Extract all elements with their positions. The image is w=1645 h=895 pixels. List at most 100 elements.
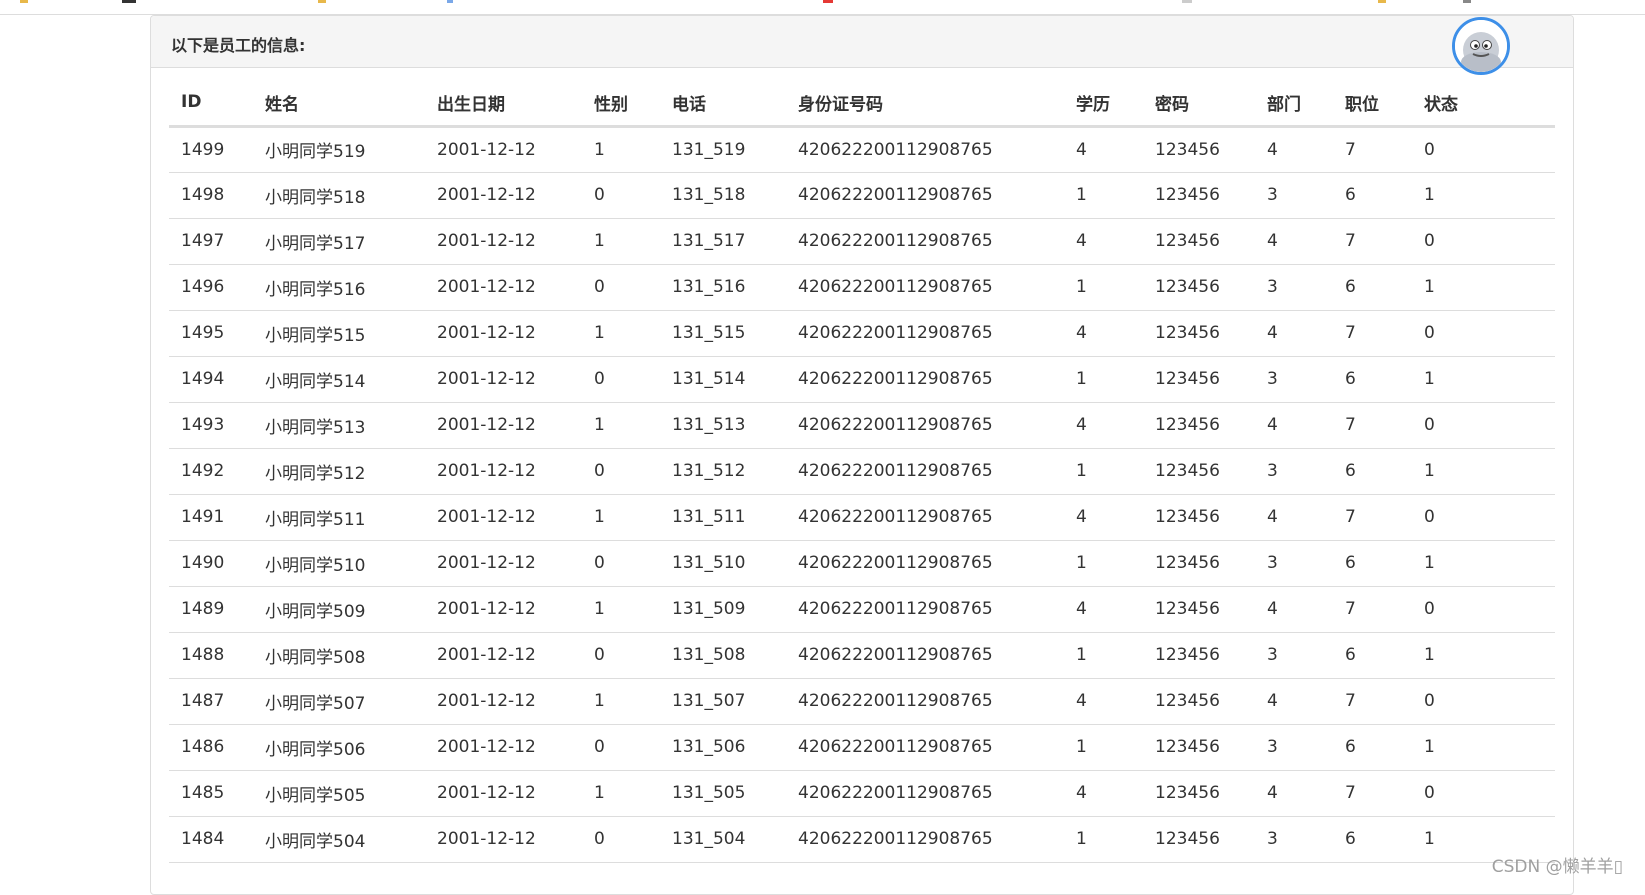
cell-status: 1 (1412, 264, 1555, 311)
cell-password: 123456 (1143, 586, 1255, 633)
table-row: 1497 小明同学517 2001-12-12 1 131_517 42062220011… (169, 218, 1555, 265)
cell-phone: 131_519 (660, 126, 786, 173)
table-row: 1487 小明同学507 2001-12-12 1 131_507 42062220011… (169, 678, 1555, 725)
cell-gender: 1 (582, 586, 660, 633)
cell-gender: 0 (582, 816, 660, 863)
cell-birth-date: 2001-12-12 (425, 494, 582, 541)
cell-password: 123456 (1143, 632, 1255, 679)
cell-position: 6 (1333, 172, 1412, 219)
panel-heading: 以下是员工的信息: (151, 16, 1573, 68)
cell-department: 3 (1255, 448, 1333, 495)
bookmark-icon[interactable] (1378, 0, 1386, 3)
cell-id-card-number: 420622200112908765 (786, 816, 1064, 863)
cell-name: 小明同学511 (253, 494, 425, 541)
cell-status: 1 (1412, 724, 1555, 771)
table-row: 1484 小明同学504 2001-12-12 0 131_504 42062220011… (169, 816, 1555, 863)
cell-name: 小明同学512 (253, 448, 425, 495)
cell-status: 0 (1412, 770, 1555, 817)
cell-department: 4 (1255, 770, 1333, 817)
cell-name: 小明同学506 (253, 724, 425, 771)
cell-birth-date: 2001-12-12 (425, 540, 582, 587)
cell-password: 123456 (1143, 172, 1255, 219)
cell-id-card-number: 420622200112908765 (786, 126, 1064, 173)
cell-education: 1 (1064, 540, 1143, 587)
cell-status: 1 (1412, 540, 1555, 587)
cell-status: 1 (1412, 172, 1555, 219)
bookmark-icon[interactable] (318, 0, 326, 3)
cell-status: 0 (1412, 310, 1555, 357)
cell-education: 1 (1064, 172, 1143, 219)
cell-department: 3 (1255, 172, 1333, 219)
cell-status: 0 (1412, 494, 1555, 541)
cell-gender: 0 (582, 172, 660, 219)
bookmark-icon[interactable] (20, 0, 28, 3)
cell-phone: 131_510 (660, 540, 786, 587)
bookmark-icon[interactable] (447, 0, 453, 3)
bookmark-icon[interactable] (1463, 0, 1471, 3)
table-row: 1496 小明同学516 2001-12-12 0 131_516 42062220011… (169, 264, 1555, 311)
cell-id-card-number: 420622200112908765 (786, 402, 1064, 449)
cell-education: 4 (1064, 402, 1143, 449)
cell-password: 123456 (1143, 126, 1255, 173)
cell-education: 4 (1064, 494, 1143, 541)
cell-status: 0 (1412, 126, 1555, 173)
cell-birth-date: 2001-12-12 (425, 678, 582, 725)
cell-position: 7 (1333, 494, 1412, 541)
cell-gender: 0 (582, 724, 660, 771)
cell-gender: 0 (582, 632, 660, 679)
cell-id-card-number: 420622200112908765 (786, 540, 1064, 587)
cell-phone: 131_512 (660, 448, 786, 495)
browser-bookmark-bar (0, 0, 1645, 15)
cell-id-card-number: 420622200112908765 (786, 770, 1064, 817)
cell-id: 1487 (169, 678, 253, 725)
cell-id-card-number: 420622200112908765 (786, 494, 1064, 541)
table-row: 1491 小明同学511 2001-12-12 1 131_511 42062220011… (169, 494, 1555, 541)
cell-status: 0 (1412, 586, 1555, 633)
cell-id: 1489 (169, 586, 253, 633)
cell-password: 123456 (1143, 356, 1255, 403)
cell-birth-date: 2001-12-12 (425, 310, 582, 357)
table-row: 1492 小明同学512 2001-12-12 0 131_512 42062220011… (169, 448, 1555, 495)
cell-position: 7 (1333, 770, 1412, 817)
cell-id: 1493 (169, 402, 253, 449)
cell-education: 4 (1064, 586, 1143, 633)
cartoon-avatar-icon[interactable] (1452, 17, 1510, 75)
cell-id-card-number: 420622200112908765 (786, 310, 1064, 357)
cell-education: 1 (1064, 632, 1143, 679)
cell-phone: 131_504 (660, 816, 786, 863)
cell-position: 6 (1333, 540, 1412, 587)
cell-department: 3 (1255, 632, 1333, 679)
column-header-name: 姓名 (253, 80, 425, 128)
cell-password: 123456 (1143, 540, 1255, 587)
cell-position: 7 (1333, 126, 1412, 173)
cell-education: 1 (1064, 356, 1143, 403)
employee-table: ID 姓名 出生日期 性别 电话 身份证号码 学历 密码 部门 职位 状态 1499 小明同学519 2… (169, 80, 1555, 863)
cell-name: 小明同学508 (253, 632, 425, 679)
bookmark-icon[interactable] (823, 0, 833, 3)
cell-password: 123456 (1143, 310, 1255, 357)
cell-phone: 131_518 (660, 172, 786, 219)
bookmark-icon[interactable] (122, 0, 136, 3)
bookmark-icon[interactable] (1182, 0, 1192, 3)
cell-id: 1484 (169, 816, 253, 863)
cell-education: 4 (1064, 678, 1143, 725)
cell-name: 小明同学515 (253, 310, 425, 357)
cell-id: 1498 (169, 172, 253, 219)
cell-department: 4 (1255, 678, 1333, 725)
cell-birth-date: 2001-12-12 (425, 632, 582, 679)
column-header-password: 密码 (1143, 80, 1255, 128)
cell-phone: 131_505 (660, 770, 786, 817)
table-header-row: ID 姓名 出生日期 性别 电话 身份证号码 学历 密码 部门 职位 状态 (169, 80, 1555, 128)
cell-position: 7 (1333, 586, 1412, 633)
cell-department: 3 (1255, 264, 1333, 311)
table-row: 1493 小明同学513 2001-12-12 1 131_513 42062220011… (169, 402, 1555, 449)
cell-department: 4 (1255, 310, 1333, 357)
cell-education: 4 (1064, 310, 1143, 357)
cell-name: 小明同学513 (253, 402, 425, 449)
cell-password: 123456 (1143, 816, 1255, 863)
column-header-gender: 性别 (582, 80, 660, 128)
cell-gender: 0 (582, 448, 660, 495)
cell-name: 小明同学505 (253, 770, 425, 817)
cell-position: 6 (1333, 356, 1412, 403)
cell-education: 1 (1064, 264, 1143, 311)
